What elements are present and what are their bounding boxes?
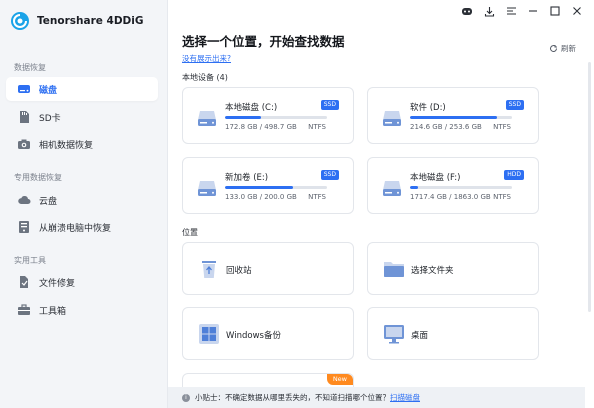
brand: Tenorshare 4DDiG (10, 11, 143, 31)
info-icon: i (182, 393, 190, 402)
minimize-icon (529, 10, 537, 12)
drive-usage-fill (225, 186, 294, 189)
drive-filesystem: NTFS (308, 193, 326, 201)
drive-card-c[interactable]: 本地磁盘 (C:) SSD 172.8 GB / 498.7 GB NTFS (182, 87, 354, 144)
location-label: 选择文件夹 (411, 266, 454, 276)
window-controls (458, 3, 586, 19)
location-label: Windows备份 (226, 331, 281, 341)
sidebar-item-file-repair[interactable]: 文件修复 (6, 270, 158, 294)
sidebar: Tenorshare 4DDiG 数据恢复 磁盘 SD卡 相机数据恢复 专用数据… (0, 0, 168, 408)
menu-button[interactable] (502, 3, 520, 19)
drive-name: 新加卷 (E:) (225, 173, 269, 183)
drive-name: 软件 (D:) (410, 103, 446, 113)
page-title: 选择一个位置，开始查找数据 (182, 34, 345, 49)
close-icon (573, 7, 581, 15)
drive-name: 本地磁盘 (C:) (225, 103, 278, 113)
drive-usage-bar (225, 186, 327, 189)
drive-usage-text: 1717.4 GB / 1863.0 GB (410, 193, 491, 201)
disk-icon (17, 82, 31, 96)
new-badge: New (326, 374, 353, 385)
assistant-button[interactable] (458, 3, 476, 19)
drive-type-badge: SSD (320, 170, 339, 180)
sidebar-item-label: 磁盘 (39, 85, 58, 96)
sd-card-icon (17, 110, 31, 124)
drive-usage-fill (410, 186, 419, 189)
hard-drive-icon (198, 111, 216, 126)
camera-icon (17, 137, 31, 151)
drive-type-badge: SSD (320, 100, 339, 110)
download-icon (484, 6, 494, 17)
sidebar-item-disk[interactable]: 磁盘 (6, 77, 158, 101)
drive-usage-fill (225, 116, 261, 119)
location-select-folder[interactable]: 选择文件夹 (367, 242, 539, 295)
hard-drive-icon (383, 181, 401, 196)
cloud-icon (17, 193, 31, 207)
maximize-icon (550, 6, 560, 16)
section-title-special-recovery: 专用数据恢复 (14, 173, 62, 182)
maximize-button[interactable] (546, 3, 564, 19)
desktop-icon (384, 325, 404, 344)
sidebar-item-label: 相机数据恢复 (39, 140, 94, 151)
sidebar-item-label: 工具箱 (39, 306, 67, 317)
drive-filesystem: NTFS (493, 123, 511, 131)
drive-card-d[interactable]: 软件 (D:) SSD 214.6 GB / 253.6 GB NTFS (367, 87, 539, 144)
app-logo-icon (11, 12, 29, 30)
drive-filesystem: NTFS (493, 193, 511, 201)
tip-bar: i 小贴士：不确定数据从哪里丢失的，不知道扫描哪个位置？ 扫描磁盘 (168, 387, 585, 408)
not-shown-link[interactable]: 没有展示出来? (182, 53, 231, 64)
sidebar-item-toolbox[interactable]: 工具箱 (6, 298, 158, 322)
drive-card-f[interactable]: 本地磁盘 (F:) HDD 1717.4 GB / 1863.0 GB NTFS (367, 157, 539, 214)
sidebar-item-label: 文件修复 (39, 278, 76, 289)
sidebar-item-crashed-pc[interactable]: 从崩溃电脑中恢复 (6, 215, 158, 239)
drive-type-badge: SSD (505, 100, 524, 110)
locations-label: 位置 (182, 228, 198, 237)
drive-usage-bar (410, 116, 512, 119)
recycle-bin-icon (202, 261, 216, 278)
drive-usage-bar (225, 116, 327, 119)
drive-usage-text: 214.6 GB / 253.6 GB (410, 123, 482, 131)
scroll-thumb[interactable] (588, 62, 591, 312)
folder-icon (384, 262, 404, 277)
upgrade-button[interactable] (480, 3, 498, 19)
close-button[interactable] (568, 3, 586, 19)
sidebar-item-sd-card[interactable]: SD卡 (6, 105, 158, 129)
location-desktop[interactable]: 桌面 (367, 307, 539, 360)
file-repair-icon (17, 275, 31, 289)
sidebar-item-label: 云盘 (39, 196, 58, 207)
hard-drive-icon (383, 111, 401, 126)
sidebar-item-camera[interactable]: 相机数据恢复 (6, 132, 158, 156)
minimize-button[interactable] (524, 3, 542, 19)
hard-drive-icon (198, 181, 216, 196)
menu-icon (506, 7, 516, 15)
app-name: Tenorshare 4DDiG (37, 15, 144, 27)
refresh-label: 刷新 (561, 44, 576, 53)
robot-icon (462, 8, 472, 15)
location-label: 回收站 (226, 266, 252, 276)
drive-usage-text: 172.8 GB / 498.7 GB (225, 123, 297, 131)
sidebar-item-cloud[interactable]: 云盘 (6, 188, 158, 212)
section-title-data-recovery: 数据恢复 (14, 63, 46, 72)
drive-usage-fill (410, 116, 497, 119)
sidebar-item-label: SD卡 (39, 113, 61, 124)
refresh-button[interactable]: 刷新 (549, 43, 576, 54)
drive-card-e[interactable]: 新加卷 (E:) SSD 133.0 GB / 200.0 GB NTFS (182, 157, 354, 214)
location-label: 桌面 (411, 331, 429, 341)
drive-usage-bar (410, 186, 512, 189)
toolbox-icon (17, 303, 31, 317)
crashed-pc-icon (17, 220, 31, 234)
location-recycle-bin[interactable]: 回收站 (182, 242, 354, 295)
scrollbar[interactable] (585, 0, 594, 408)
drive-filesystem: NTFS (308, 123, 326, 131)
refresh-icon (550, 45, 558, 52)
drive-type-badge: HDD (504, 170, 524, 180)
location-windows-backup[interactable]: Windows备份 (182, 307, 354, 360)
local-devices-label: 本地设备 (4) (182, 73, 228, 82)
drive-name: 本地磁盘 (F:) (410, 173, 461, 183)
windows-backup-icon (199, 324, 219, 344)
section-title-utilities: 实用工具 (14, 256, 46, 265)
drive-usage-text: 133.0 GB / 200.0 GB (225, 193, 297, 201)
tip-text: 小贴士：不确定数据从哪里丢失的，不知道扫描哪个位置？ (195, 393, 390, 402)
sidebar-item-label: 从崩溃电脑中恢复 (39, 223, 112, 234)
scan-disk-link[interactable]: 扫描磁盘 (390, 392, 420, 403)
